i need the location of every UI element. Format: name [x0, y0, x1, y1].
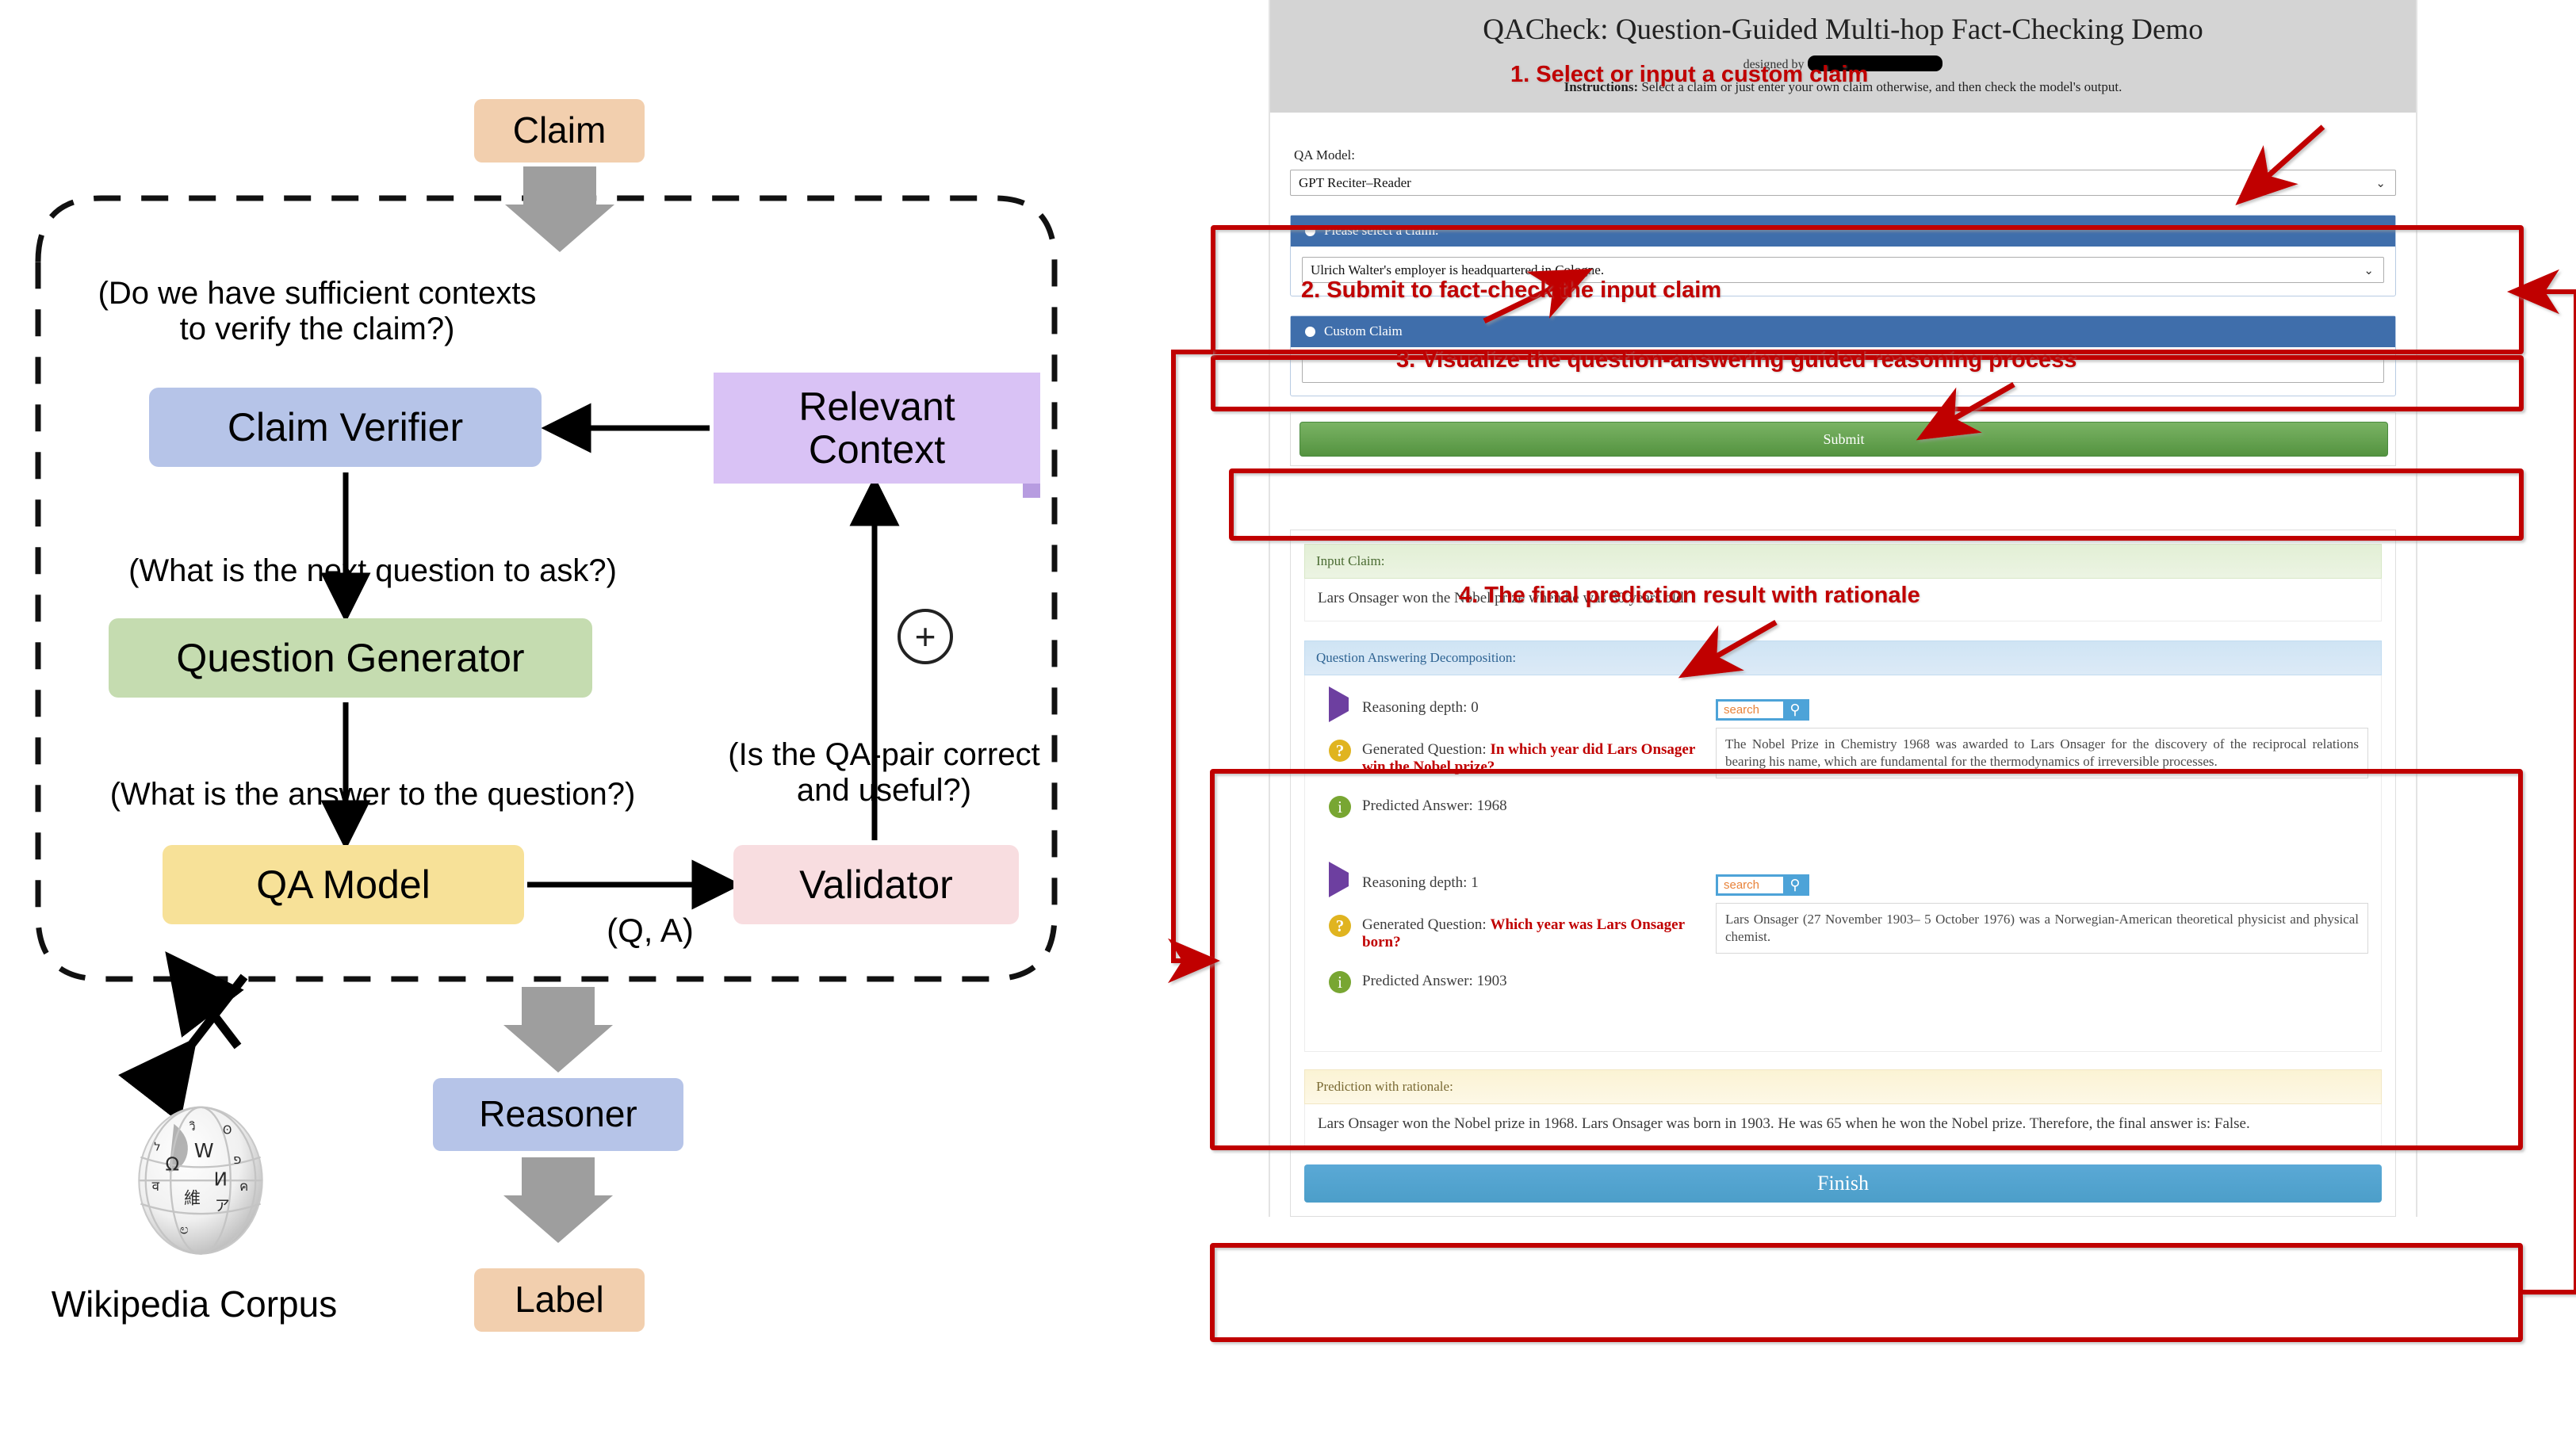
hop-left-column: Reasoning depth: 1 ? Generated Question:…	[1318, 862, 1701, 1013]
evidence-text: The Nobel Prize in Chemistry 1968 was aw…	[1716, 728, 2368, 779]
relevant-context-line2: Context	[808, 427, 946, 472]
hop-answer-row: i Predicted Answer: 1968	[1329, 796, 1701, 818]
svg-text:วิ: วิ	[189, 1120, 196, 1134]
search-icon[interactable]: ⚲	[1783, 877, 1807, 893]
chevron-down-icon: ⌄	[2375, 178, 2386, 190]
hop-answer-row: i Predicted Answer: 1903	[1329, 971, 1701, 993]
result-card: Input Claim: Lars Onsager won the Nobel …	[1290, 530, 2396, 1217]
svg-text:ל: ל	[154, 1140, 160, 1153]
diagram-node-claim: Claim	[474, 99, 645, 163]
qa-model-value: GPT Reciter–Reader	[1299, 174, 1411, 190]
hop-question: Generated Question: In which year did La…	[1362, 740, 1701, 776]
hop-right-column: search ⚲ Lars Onsager (27 November 1903–…	[1716, 873, 2368, 1013]
hop-question-row: ? Generated Question: Which year was Lar…	[1329, 915, 1701, 951]
triangle-icon	[1329, 862, 1351, 897]
note-fold-corner	[1023, 484, 1040, 498]
search-badge[interactable]: search ⚲	[1716, 699, 1809, 721]
hop-depth-label: Reasoning depth: 1	[1362, 874, 1479, 891]
diagram-node-reasoner: Reasoner	[433, 1078, 683, 1151]
select-claim-header[interactable]: Please select a claim.	[1291, 216, 2395, 247]
custom-claim-header-label: Custom Claim	[1324, 323, 1403, 338]
hop-answer-label: Predicted Answer: 1968	[1362, 797, 1507, 814]
diagram-node-qa-model: QA Model	[163, 845, 524, 924]
svg-text:W: W	[194, 1139, 214, 1162]
relevant-context-line1: Relevant	[798, 384, 955, 429]
diagram-edge-label-answer-to-question: (What is the answer to the question?)	[109, 777, 636, 812]
hop-question-label: Generated Question:	[1362, 741, 1487, 758]
diagram-edge-label-qa-pair-valid: (Is the QA-pair correct and useful?)	[728, 737, 1040, 808]
diagram-node-claim-verifier: Claim Verifier	[149, 388, 542, 467]
qacheck-demo-app: QACheck: Question-Guided Multi-hop Fact-…	[1269, 0, 2434, 1434]
hop-answer-label: Predicted Answer: 1903	[1362, 973, 1507, 989]
diagram-node-question-generator: Question Generator	[109, 618, 592, 698]
svg-text:व: व	[152, 1178, 160, 1194]
search-input[interactable]: search	[1718, 702, 1783, 718]
diagram-node-relevant-context: Relevant Context	[714, 373, 1040, 498]
app-header: QACheck: Question-Guided Multi-hop Fact-…	[1270, 0, 2416, 113]
prediction-band: Prediction with rationale:	[1304, 1069, 2382, 1104]
svg-text:維: 維	[184, 1189, 201, 1208]
info-icon: i	[1329, 796, 1351, 818]
custom-claim-header[interactable]: Custom Claim	[1291, 316, 2395, 347]
diagram-edge-label-sufficient-contexts: (Do we have sufficient contexts to verif…	[98, 276, 537, 346]
question-mark-icon: ?	[1329, 915, 1351, 937]
decomposition-band: Question Answering Decomposition:	[1304, 641, 2382, 675]
evidence-text: Lars Onsager (27 November 1903– 5 Octobe…	[1716, 903, 2368, 954]
app-body: QA Model: GPT Reciter–Reader ⌄ Please se…	[1270, 147, 2416, 1217]
search-input[interactable]: search	[1718, 877, 1783, 893]
wikipedia-globe-icon: W Ω И 維 ア व ל วิ פ ค ಲ ʘ	[138, 1106, 263, 1255]
hop-depth-row: Reasoning depth: 1	[1329, 862, 1701, 897]
svg-text:ア: ア	[215, 1197, 230, 1214]
search-badge[interactable]: search ⚲	[1716, 874, 1809, 896]
question-mark-icon: ?	[1329, 740, 1351, 762]
hop-question: Generated Question: Which year was Lars …	[1362, 915, 1701, 951]
annotation-step-4: 4. The final prediction result with rati…	[1459, 583, 1920, 608]
reasoning-hop: Reasoning depth: 1 ? Generated Question:…	[1318, 862, 2368, 1040]
submit-container: Submit	[1290, 412, 2396, 466]
diagram-edge-label-qa-tuple: (Q, A)	[607, 912, 694, 949]
hop-question-row: ? Generated Question: In which year did …	[1329, 740, 1701, 776]
page-title: QACheck: Question-Guided Multi-hop Fact-…	[1483, 13, 2203, 46]
radio-icon-custom-claim[interactable]	[1305, 326, 1315, 337]
hop-question-label: Generated Question:	[1362, 916, 1487, 933]
radio-icon-select-claim[interactable]	[1305, 225, 1315, 236]
claim-select-value: Ulrich Walter's employer is headquartere…	[1311, 262, 1605, 277]
chevron-down-icon: ⌄	[2364, 265, 2374, 277]
svg-text:Ω: Ω	[165, 1155, 179, 1176]
annotation-step-1: 1. Select or input a custom claim	[1510, 62, 1869, 87]
qa-model-label: QA Model:	[1294, 147, 1355, 163]
hop-depth-row: Reasoning depth: 0	[1329, 686, 1701, 722]
diagram-node-validator: Validator	[733, 845, 1019, 924]
submit-button[interactable]: Submit	[1299, 422, 2388, 457]
plus-icon: +	[898, 609, 953, 664]
diagram-node-label: Label	[474, 1268, 645, 1332]
svg-text:פ: פ	[233, 1151, 241, 1167]
hop-right-column: search ⚲ The Nobel Prize in Chemistry 19…	[1716, 698, 2368, 838]
architecture-diagram: Claim (Do we have sufficient contexts to…	[0, 0, 1237, 1434]
reasoning-hop: Reasoning depth: 0 ? Generated Question:…	[1318, 686, 2368, 865]
select-claim-header-label: Please select a claim.	[1324, 223, 1439, 238]
finish-button[interactable]: Finish	[1304, 1164, 2382, 1203]
svg-text:И: И	[214, 1170, 228, 1191]
triangle-icon	[1329, 686, 1351, 722]
qa-model-select[interactable]: GPT Reciter–Reader ⌄	[1290, 170, 2396, 196]
diagram-edge-label-next-question: (What is the next question to ask?)	[128, 553, 617, 588]
input-claim-band: Input Claim:	[1304, 544, 2382, 579]
svg-text:ಲ: ಲ	[180, 1221, 189, 1237]
svg-text:ค: ค	[239, 1178, 248, 1194]
search-icon[interactable]: ⚲	[1783, 702, 1807, 718]
decomposition-body: Reasoning depth: 0 ? Generated Question:…	[1304, 675, 2382, 1052]
annotation-step-3: 3. Visualize the question-answering guid…	[1396, 347, 2077, 373]
hop-depth-label: Reasoning depth: 0	[1362, 699, 1479, 716]
info-icon: i	[1329, 971, 1351, 993]
wikipedia-corpus-label: Wikipedia Corpus	[51, 1283, 338, 1325]
svg-text:ʘ: ʘ	[223, 1123, 232, 1137]
hop-left-column: Reasoning depth: 0 ? Generated Question:…	[1318, 686, 1701, 838]
prediction-text: Lars Onsager won the Nobel prize in 1968…	[1304, 1104, 2382, 1147]
annotation-step-2: 2. Submit to fact-check the input claim	[1301, 277, 1722, 303]
